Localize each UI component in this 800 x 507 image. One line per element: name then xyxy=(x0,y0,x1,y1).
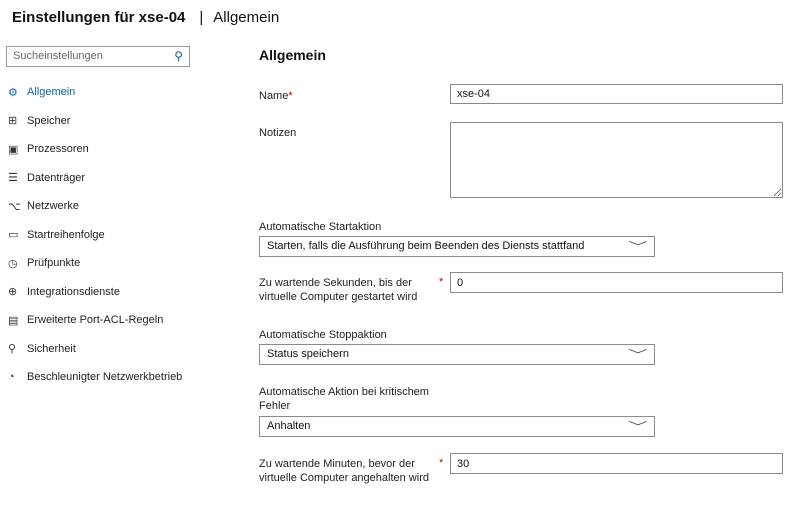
sidebar-item-netzwerke[interactable]: ⌥ Netzwerke xyxy=(8,192,182,221)
notes-textarea[interactable] xyxy=(450,122,783,198)
start-delay-input[interactable] xyxy=(450,272,783,293)
page-title: Einstellungen für xse-04 | Allgemein xyxy=(12,9,279,26)
sidebar-item-label: Netzwerke xyxy=(27,200,79,213)
stop-action-label: Automatische Stoppaktion xyxy=(259,329,387,341)
critical-delay-input[interactable] xyxy=(450,453,783,474)
sidebar-item-integrationsdienste[interactable]: ⊕ Integrationsdienste xyxy=(8,278,182,307)
sidebar-item-startreihenfolge[interactable]: ▭ Startreihenfolge xyxy=(8,221,182,250)
required-marker: * xyxy=(288,90,293,102)
search-placeholder: Sucheinstellungen xyxy=(13,50,103,62)
start-action-value: Starten, falls die Ausführung beim Beend… xyxy=(267,240,585,252)
critical-action-label: Automatische Aktion bei kritischem Fehler xyxy=(259,386,429,412)
search-input[interactable]: Sucheinstellungen ⚲ xyxy=(6,46,190,67)
sidebar-item-label: Allgemein xyxy=(27,86,76,99)
name-label: Name* xyxy=(259,90,293,102)
section-heading: Allgemein xyxy=(259,47,326,63)
datentr-ger-icon: ☰ xyxy=(8,172,18,185)
notes-label: Notizen xyxy=(259,127,297,139)
sidebar-item-beschleunigter-netzwerkbetrieb[interactable]: ◔ Beschleunigter Netzwerkbetrieb xyxy=(8,363,182,392)
name-input[interactable] xyxy=(450,84,783,104)
sidebar-item-label: Integrationsdienste xyxy=(27,285,120,298)
sidebar-item-speicher[interactable]: ⊞ Speicher xyxy=(8,107,182,136)
startreihenfolge-icon: ▭ xyxy=(8,229,19,242)
critical-action-select[interactable]: Anhalten ﹀ xyxy=(259,416,655,437)
required-marker: * xyxy=(439,457,444,469)
chevron-down-icon: ﹀ xyxy=(628,420,648,434)
sidebar-item-label: Prüfpunkte xyxy=(27,257,81,270)
sidebar-item-label: Speicher xyxy=(27,114,71,127)
erweiterte-port-acl-regeln-icon: ▤ xyxy=(8,314,19,327)
sidebar-item-label: Beschleunigter Netzwerkbetrieb xyxy=(27,371,183,384)
pr-fpunkte-icon: ◷ xyxy=(8,257,18,270)
speicher-icon: ⊞ xyxy=(8,115,18,128)
sidebar-item-label: Datenträger xyxy=(27,171,86,184)
stop-action-value: Status speichern xyxy=(267,348,349,360)
start-delay-label: Zu wartende Sekunden, bis der virtuelle C… xyxy=(259,277,418,303)
sidebar-item-label: Startreihenfolge xyxy=(27,228,105,241)
title-section: Allgemein xyxy=(213,9,280,26)
netzwerke-icon: ⌥ xyxy=(8,200,21,213)
chevron-down-icon: ﹀ xyxy=(628,240,648,254)
title-separator: | xyxy=(199,9,204,26)
stop-action-select[interactable]: Status speichern ﹀ xyxy=(259,344,655,365)
sidebar-item-datentr-ger[interactable]: ☰ Datenträger xyxy=(8,164,182,193)
start-action-select[interactable]: Starten, falls die Ausführung beim Beend… xyxy=(259,236,655,257)
search-icon[interactable]: ⚲ xyxy=(174,49,183,63)
prozessoren-icon: ▣ xyxy=(8,143,19,156)
sidebar-item-sicherheit[interactable]: ⚲ Sicherheit xyxy=(8,335,182,364)
title-main: Einstellungen für xse-04 xyxy=(12,9,186,26)
sidebar-item-label: Prozessoren xyxy=(27,143,89,156)
sidebar-item-label: Sicherheit xyxy=(27,342,76,355)
sidebar-item-erweiterte-port-acl-regeln[interactable]: ▤ Erweiterte Port-ACL-Regeln xyxy=(8,306,182,335)
sicherheit-icon: ⚲ xyxy=(8,343,17,356)
sidebar-nav: ⚙ Allgemein ⊞ Speicher ▣ Prozessoren ☰ Datenträ… xyxy=(8,78,182,392)
sidebar-item-label: Erweiterte Port-ACL-Regeln xyxy=(27,314,164,327)
beschleunigter-netzwerkbetrieb-icon: ◔ xyxy=(8,371,15,384)
sidebar-item-allgemein[interactable]: ⚙ Allgemein xyxy=(8,78,182,107)
critical-action-value: Anhalten xyxy=(267,420,311,432)
sidebar-item-prozessoren[interactable]: ▣ Prozessoren xyxy=(8,135,182,164)
integrationsdienste-icon: ⊕ xyxy=(8,286,18,299)
allgemein-icon: ⚙ xyxy=(8,86,18,99)
sidebar-item-pr-fpunkte[interactable]: ◷ Prüfpunkte xyxy=(8,249,182,278)
start-action-label: Automatische Startaktion xyxy=(259,221,382,233)
required-marker: * xyxy=(439,276,444,288)
critical-delay-label: Zu wartende Minuten, bevor der virtuelle … xyxy=(259,458,429,484)
chevron-down-icon: ﹀ xyxy=(628,348,648,362)
